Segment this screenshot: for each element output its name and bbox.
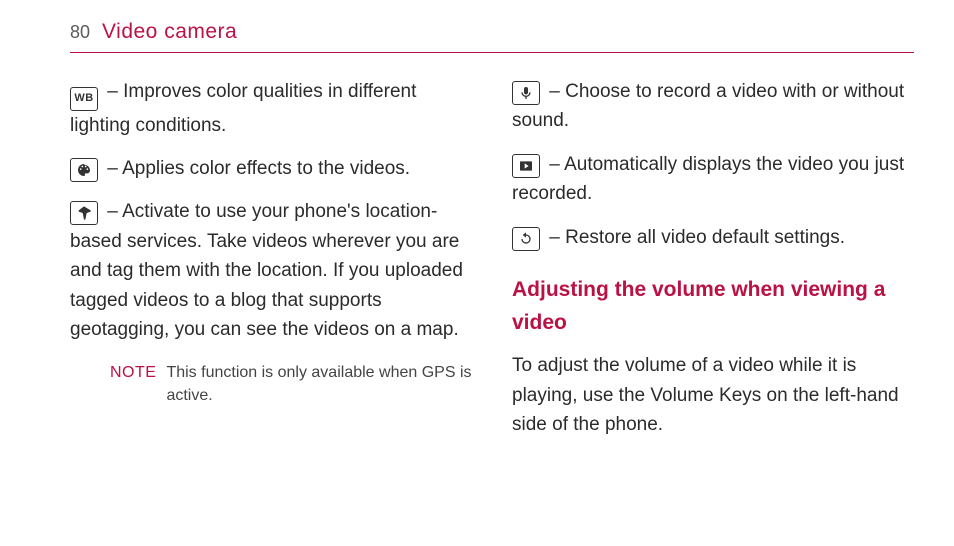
content-columns: WB – Improves color qualities in differe… xyxy=(70,77,914,440)
page-number: 80 xyxy=(70,22,90,43)
setting-text: – Automatically displays the video you j… xyxy=(512,154,904,204)
setting-item: – Restore all video default settings. xyxy=(512,223,914,252)
setting-text: – Improves color qualities in different … xyxy=(70,81,416,136)
setting-item: – Applies color effects to the videos. xyxy=(70,154,472,183)
geotag-icon xyxy=(70,201,98,225)
reset-icon xyxy=(512,227,540,251)
right-column: – Choose to record a video with or witho… xyxy=(512,77,914,440)
page-title: Video camera xyxy=(102,20,237,44)
setting-text: – Restore all video default settings. xyxy=(544,227,845,248)
mic-icon xyxy=(512,81,540,105)
note-block: NOTE This function is only available whe… xyxy=(110,361,472,407)
left-column: WB – Improves color qualities in differe… xyxy=(70,77,472,440)
play-icon xyxy=(512,154,540,178)
setting-text: – Choose to record a video with or witho… xyxy=(512,81,904,131)
setting-item: – Automatically displays the video you j… xyxy=(512,150,914,209)
wb-icon: WB xyxy=(70,87,98,111)
section-heading: Adjusting the volume when viewing a vide… xyxy=(512,274,914,339)
setting-text: – Applies color effects to the videos. xyxy=(102,158,410,179)
setting-item: WB – Improves color qualities in differe… xyxy=(70,77,472,140)
note-text: This function is only available when GPS… xyxy=(166,361,472,407)
manual-page: 80 Video camera WB – Improves color qual… xyxy=(0,0,954,470)
section-body: To adjust the volume of a video while it… xyxy=(512,351,914,439)
note-label: NOTE xyxy=(110,361,156,407)
setting-item: – Choose to record a video with or witho… xyxy=(512,77,914,136)
palette-icon xyxy=(70,158,98,182)
setting-item: – Activate to use your phone's location-… xyxy=(70,197,472,344)
setting-text: – Activate to use your phone's location-… xyxy=(70,201,463,340)
page-header: 80 Video camera xyxy=(70,20,914,53)
